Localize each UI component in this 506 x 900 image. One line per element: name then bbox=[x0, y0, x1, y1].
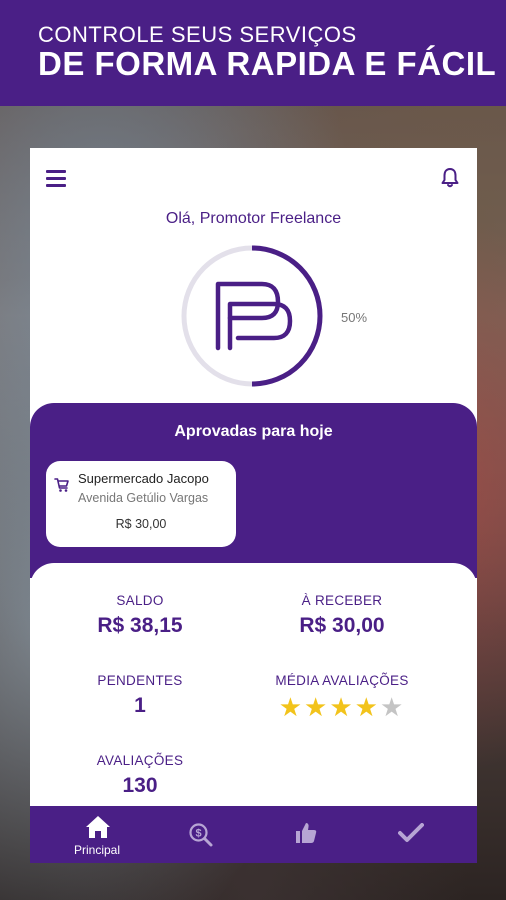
pendentes-stat: PENDENTES 1 bbox=[40, 673, 240, 718]
job-price: R$ 30,00 bbox=[115, 517, 167, 531]
search-money-icon: $ bbox=[189, 823, 213, 847]
nav-principal-label: Principal bbox=[73, 843, 121, 857]
brand-logo-icon bbox=[215, 281, 293, 351]
nav-thumbs-up[interactable] bbox=[254, 806, 358, 863]
nav-check[interactable] bbox=[358, 806, 462, 863]
media-avaliacoes-label: MÉDIA AVALIAÇÕES bbox=[275, 673, 409, 688]
app-screen: Olá, Promotor Freelance 50% Aprovadas pa… bbox=[30, 148, 477, 863]
greeting-text: Olá, Promotor Freelance bbox=[165, 210, 342, 227]
banner-line-1: CONTROLE SEUS SERVIÇOS bbox=[38, 22, 357, 47]
shopping-cart-icon bbox=[54, 478, 69, 492]
progress-ring bbox=[181, 245, 323, 387]
avaliacoes-stat: AVALIAÇÕES 130 bbox=[40, 753, 240, 798]
star-filled-icon: ★ bbox=[354, 692, 380, 722]
hamburger-menu-icon[interactable] bbox=[46, 170, 66, 188]
approved-job-card[interactable]: Supermercado Jacopo Avenida Getúlio Varg… bbox=[46, 461, 236, 547]
avaliacoes-label: AVALIAÇÕES bbox=[96, 753, 184, 768]
nav-principal[interactable]: Principal bbox=[45, 806, 149, 863]
media-avaliacoes-stat: MÉDIA AVALIAÇÕES ★★★★★ bbox=[242, 673, 442, 720]
promo-banner: CONTROLE SEUS SERVIÇOS DE FORMA RAPIDA E… bbox=[0, 0, 506, 106]
pendentes-label: PENDENTES bbox=[97, 673, 183, 688]
avaliacoes-value: 130 bbox=[122, 774, 158, 797]
job-store-name: Supermercado Jacopo bbox=[78, 471, 209, 486]
receber-value: R$ 30,00 bbox=[299, 614, 385, 637]
svg-text:$: $ bbox=[195, 828, 201, 840]
thumbs-up-icon bbox=[296, 823, 317, 843]
star-filled-icon: ★ bbox=[278, 692, 305, 722]
stats-panel: SALDO R$ 38,15 À RECEBER R$ 30,00 PENDEN… bbox=[30, 563, 477, 808]
star-filled-icon: ★ bbox=[329, 692, 355, 722]
saldo-label: SALDO bbox=[116, 593, 164, 608]
receber-label: À RECEBER bbox=[301, 593, 383, 608]
approved-today-title: Aprovadas para hoje bbox=[174, 423, 333, 440]
job-address: Avenida Getúlio Vargas bbox=[78, 491, 209, 505]
nav-search-money[interactable]: $ bbox=[150, 806, 254, 863]
saldo-stat: SALDO R$ 38,15 bbox=[40, 593, 240, 638]
bottom-navigation: Principal $ bbox=[30, 806, 477, 863]
bell-icon[interactable] bbox=[438, 166, 462, 190]
rating-stars: ★★★★★ bbox=[242, 694, 442, 720]
pendentes-value: 1 bbox=[134, 694, 146, 717]
star-empty-icon: ★ bbox=[379, 692, 406, 722]
top-bar bbox=[30, 148, 477, 208]
saldo-value: R$ 38,15 bbox=[97, 614, 183, 637]
progress-percent-label: 50% bbox=[341, 310, 368, 325]
banner-line-2: DE FORMA RAPIDA E FÁCIL bbox=[38, 45, 497, 82]
home-icon bbox=[86, 816, 110, 838]
approved-today-panel: Aprovadas para hoje Supermercado Jacopo … bbox=[30, 403, 477, 578]
check-icon bbox=[398, 823, 424, 842]
receber-stat: À RECEBER R$ 30,00 bbox=[242, 593, 442, 638]
star-filled-icon: ★ bbox=[304, 692, 330, 722]
